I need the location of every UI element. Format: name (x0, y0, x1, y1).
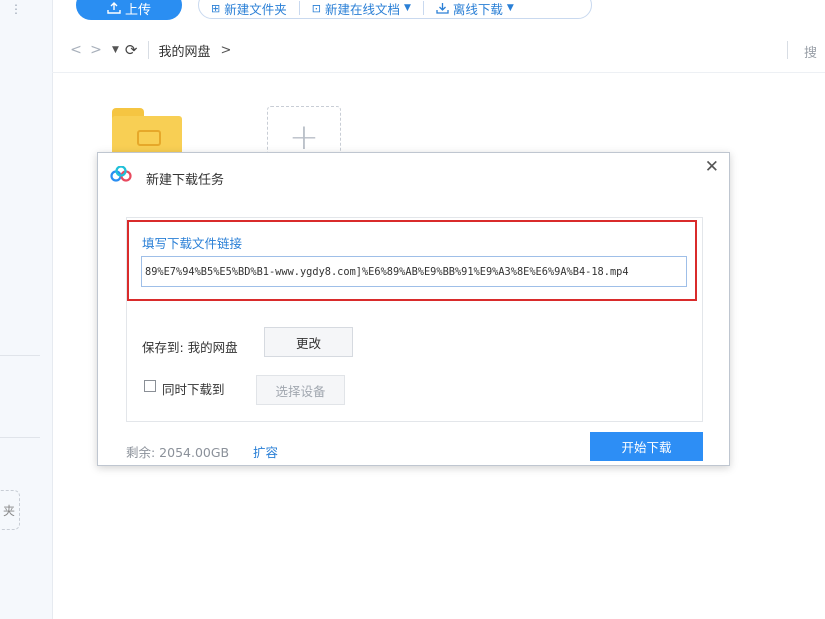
sync-download-label: 同时下载到 (162, 382, 225, 397)
sync-download-checkbox[interactable] (144, 380, 156, 392)
expand-storage-link[interactable]: 扩容 (253, 442, 278, 461)
more-icon[interactable]: ⋮ (10, 2, 22, 16)
nav-divider (147, 41, 149, 59)
dialog-title: 新建下载任务 (146, 173, 225, 188)
folder-icon[interactable] (112, 108, 182, 166)
remaining-space-text: 剩余: 2054.00GB (126, 445, 230, 460)
upload-icon (107, 2, 121, 14)
change-location-button[interactable]: 更改 (264, 327, 353, 357)
save-to-label: 保存到: 我的网盘 (142, 340, 238, 355)
breadcrumb-root[interactable]: 我的网盘 (159, 41, 211, 60)
left-sidebar: ⋮ 夹 (0, 0, 53, 619)
new-doc-icon: ⊡ (311, 1, 321, 15)
select-device-button[interactable]: 选择设备 (256, 375, 345, 405)
toolbar-button-group: ⊞ 新建文件夹 ⊡ 新建在线文档 ▼ 离线下载 ▼ (198, 0, 592, 19)
download-icon (436, 3, 449, 14)
chevron-down-icon[interactable]: ▼ (404, 3, 411, 13)
download-url-value: 89%E7%94%B5%E5%BD%B1-www.ygdy8.com]%E6%8… (145, 265, 629, 278)
search-divider (787, 41, 788, 59)
upload-label: 上传 (124, 2, 151, 18)
toolbar-divider (422, 1, 424, 15)
breadcrumb-arrow-icon[interactable]: > (221, 43, 232, 58)
offline-download-button[interactable]: 离线下载 (453, 0, 503, 18)
refresh-icon[interactable]: ⟳ (125, 41, 138, 59)
search-input[interactable]: 搜 (804, 42, 817, 61)
sidebar-divider (0, 355, 40, 356)
new-folder-icon: ⊞ (211, 1, 221, 15)
sidebar-divider (0, 437, 40, 438)
navigation-bar: < > ▼ ⟳ 我的网盘 > 搜 (52, 28, 825, 73)
sidebar-new-folder-label: 夹 (2, 503, 15, 518)
back-arrow-icon[interactable]: < (66, 42, 86, 58)
top-toolbar: 上传 ⊞ 新建文件夹 ⊡ 新建在线文档 ▼ 离线下载 ▼ (52, 0, 825, 26)
new-online-doc-button[interactable]: 新建在线文档 (325, 0, 400, 18)
forward-arrow-icon[interactable]: > (86, 42, 106, 58)
sidebar-new-folder-tile[interactable]: 夹 (0, 490, 20, 530)
url-label: 填写下载文件链接 (142, 236, 243, 251)
new-download-task-dialog: 新建下载任务 ✕ 填写下载文件链接 89%E7%94%B5%E5%BD%B1-w… (97, 152, 730, 466)
history-dropdown-icon[interactable]: ▼ (112, 45, 119, 55)
toolbar-divider (298, 1, 300, 15)
new-folder-button[interactable]: 新建文件夹 (224, 0, 287, 18)
download-url-input[interactable]: 89%E7%94%B5%E5%BD%B1-www.ygdy8.com]%E6%8… (141, 256, 687, 287)
baidu-netdisk-logo-icon (110, 166, 132, 182)
upload-button[interactable]: 上传 (76, 0, 182, 20)
start-download-button[interactable]: 开始下载 (590, 432, 703, 461)
chevron-down-icon[interactable]: ▼ (507, 3, 514, 13)
close-icon[interactable]: ✕ (705, 157, 719, 177)
